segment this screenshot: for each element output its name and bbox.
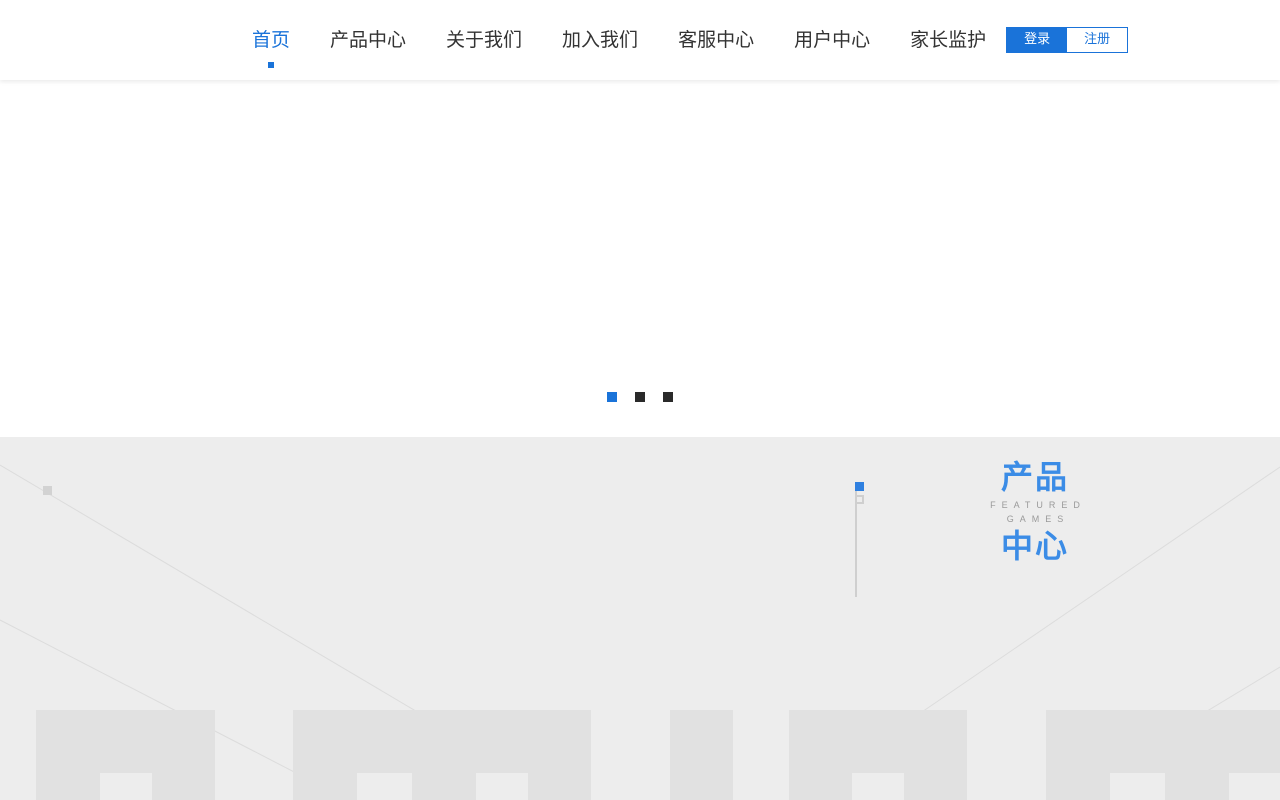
product-section: 产品 FEATURED GAMES 中心: [0, 437, 1280, 800]
nav-item-home[interactable]: 首页: [252, 0, 290, 80]
carousel-dot-3[interactable]: [663, 392, 673, 402]
active-indicator: [268, 62, 274, 68]
accent-vertical-line: [855, 491, 857, 597]
nav-item-label: 客服中心: [678, 29, 755, 51]
carousel-pagination: [607, 392, 691, 402]
nav-item-label: 关于我们: [446, 29, 523, 51]
nav-item-label: 产品中心: [330, 29, 407, 51]
nav-item-user-center[interactable]: 用户中心: [794, 0, 870, 80]
register-button[interactable]: 注册: [1067, 28, 1128, 52]
nav-item-label: 用户中心: [794, 29, 871, 51]
background-glyphs: [36, 710, 1280, 800]
nav-item-about[interactable]: 关于我们: [446, 0, 522, 80]
main-nav: 首页 产品中心 关于我们 加入我们 客服中心 用户中心 家长监护 登录 注册: [252, 0, 1129, 80]
nav-item-support[interactable]: 客服中心: [678, 0, 754, 80]
nav-item-label: 首页: [252, 29, 291, 51]
section-title-line1: 产品: [1000, 458, 1069, 496]
section-subtitle: FEATURED GAMES: [990, 500, 1086, 524]
nav-item-parental-control[interactable]: 家长监护: [910, 0, 986, 80]
nav-item-label: 家长监护: [910, 29, 987, 51]
carousel-dot-1[interactable]: [607, 392, 617, 402]
carousel-dot-2[interactable]: [635, 392, 645, 402]
nav-item-join[interactable]: 加入我们: [562, 0, 638, 80]
section-title-line2: 中心: [1000, 527, 1069, 565]
auth-buttons: 登录 注册: [1006, 27, 1129, 53]
section-title: 产品 FEATURED GAMES 中心: [950, 457, 1120, 566]
nav-item-products[interactable]: 产品中心: [330, 0, 406, 80]
accent-square: [855, 482, 864, 491]
banner-carousel: [0, 80, 1280, 437]
site-header: 首页 产品中心 关于我们 加入我们 客服中心 用户中心 家长监护 登录 注册: [0, 0, 1280, 80]
accent-outline-square: [855, 495, 864, 504]
decor-square: [43, 486, 52, 495]
login-button[interactable]: 登录: [1007, 28, 1068, 52]
nav-item-label: 加入我们: [562, 29, 639, 51]
